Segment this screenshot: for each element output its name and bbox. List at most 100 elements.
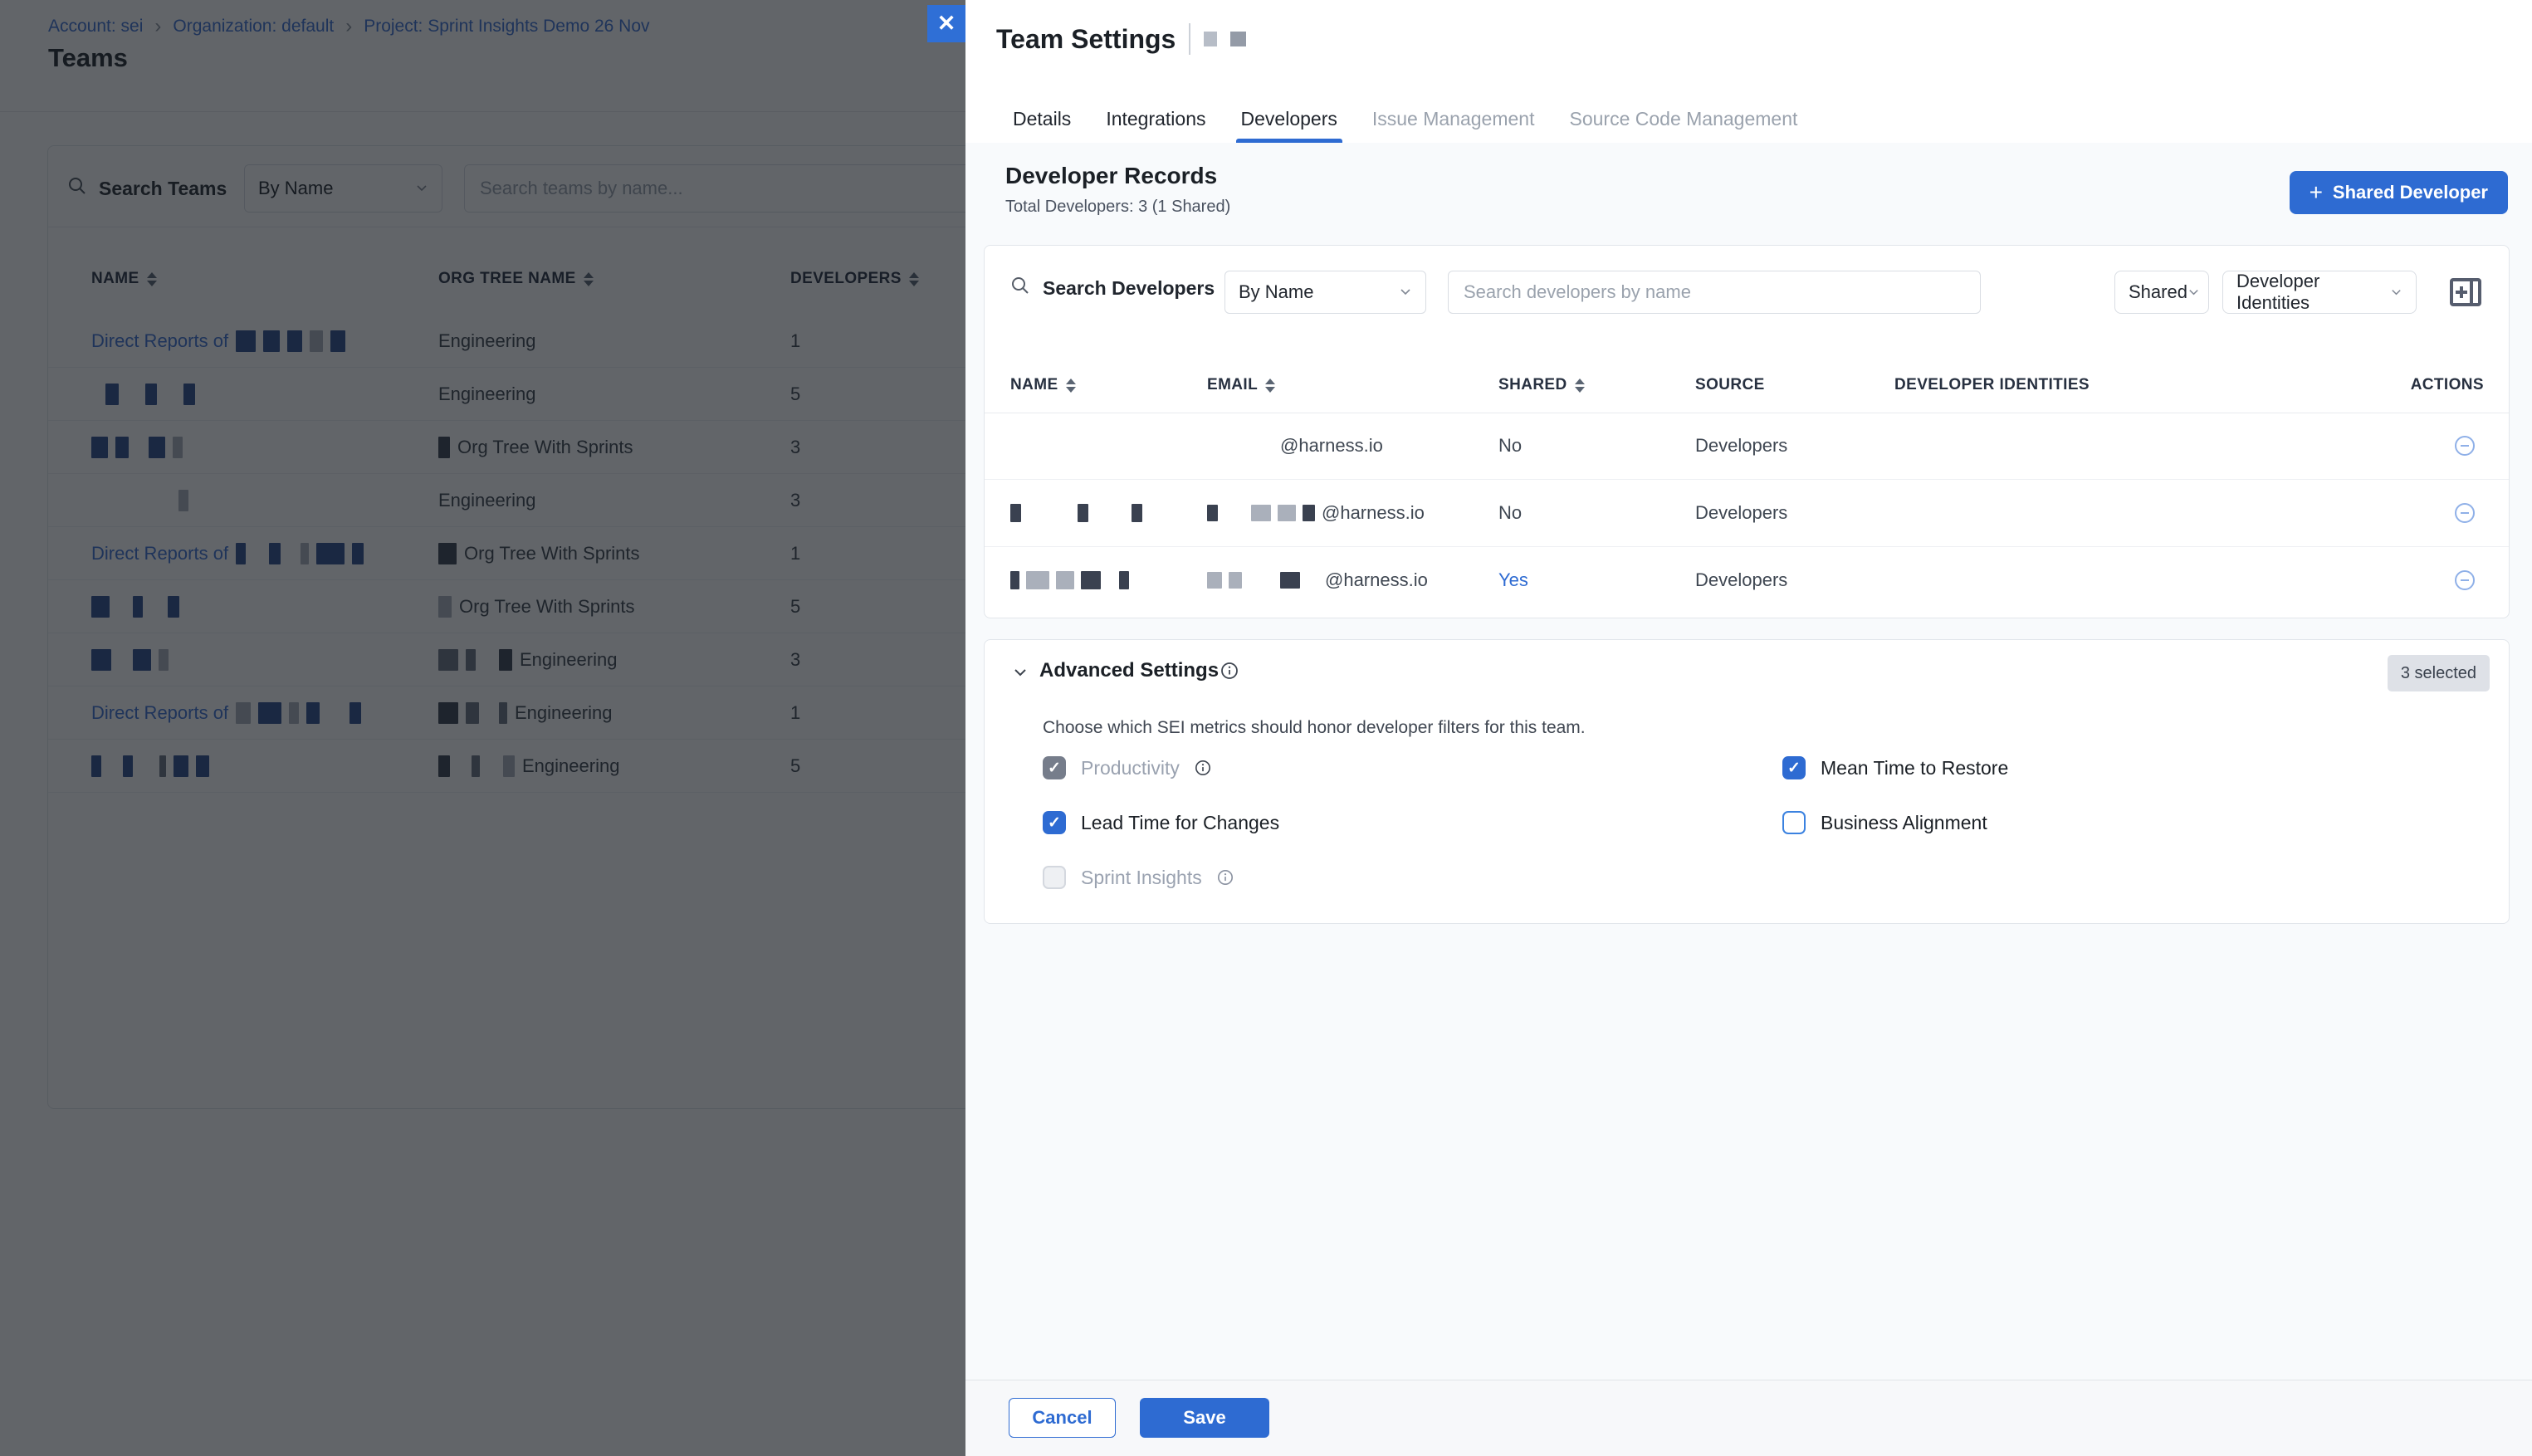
info-icon[interactable]	[1217, 869, 1234, 886]
source-cell: Developers	[1695, 547, 1787, 613]
remove-developer-button[interactable]	[2454, 435, 2476, 457]
developer-identities-dropdown[interactable]: Developer Identities	[2222, 271, 2417, 314]
developer-name-cell	[1010, 480, 1142, 546]
chevron-down-icon	[2187, 281, 2200, 303]
remove-developer-button[interactable]	[2454, 502, 2476, 524]
sort-icon	[1066, 379, 1076, 393]
tab-issue-management: Issue Management	[1371, 95, 1537, 143]
column-header-label: NAME	[1010, 376, 1058, 394]
shared-cell: No	[1498, 413, 1522, 479]
tab-developers[interactable]: Developers	[1239, 95, 1339, 143]
checkbox-business-alignment[interactable]	[1782, 811, 1806, 834]
chevron-down-icon	[1399, 281, 1412, 303]
developers-tab-content: Developer Records Total Developers: 3 (1…	[965, 143, 2532, 1380]
redacted-block	[1056, 571, 1074, 589]
advanced-settings-description: Choose which SEI metrics should honor de…	[1043, 718, 1586, 738]
cancel-button[interactable]: Cancel	[1009, 1398, 1116, 1438]
checkbox-productivity[interactable]: ✓	[1043, 756, 1066, 779]
advanced-settings-title: Advanced Settings	[1039, 659, 1219, 682]
metric-label: Productivity	[1081, 757, 1180, 779]
developer-identities-label: Developer Identities	[2236, 271, 2390, 314]
email-text: @harness.io	[1280, 435, 1383, 457]
table-row: @harness.io Yes Developers	[985, 547, 2509, 613]
column-header-developer-identities: DEVELOPER IDENTITIES	[1894, 358, 2090, 413]
metric-label: Mean Time to Restore	[1821, 757, 2008, 779]
info-icon[interactable]	[1195, 760, 1211, 776]
column-header-label: ACTIONS	[2411, 376, 2484, 394]
tab-label: Source Code Management	[1569, 108, 1797, 130]
tab-label: Integrations	[1106, 108, 1205, 130]
metric-label: Sprint Insights	[1081, 867, 1202, 889]
developers-search-input-wrap	[1448, 271, 1981, 314]
add-shared-developer-button[interactable]: + Shared Developer	[2290, 171, 2508, 214]
developer-email-cell: @harness.io	[1207, 547, 1428, 613]
checkbox-sprint-insights[interactable]	[1043, 866, 1066, 889]
search-developers-text: Search Developers	[1043, 277, 1215, 300]
search-developers-label: Search Developers	[1010, 276, 1215, 300]
redacted-team-name-block	[1230, 32, 1246, 46]
metric-label: Lead Time for Changes	[1081, 812, 1279, 834]
tab-bar: Details Integrations Developers Issue Manag…	[965, 95, 2532, 144]
email-text: @harness.io	[1322, 502, 1425, 524]
team-settings-modal: ✕ Team Settings DetailsIntegrationsDevel…	[965, 0, 2532, 1456]
save-button[interactable]: Save	[1140, 1398, 1269, 1438]
metric-productivity: ✓ Productivity	[1043, 756, 1211, 779]
redacted-block	[1081, 571, 1101, 589]
close-button[interactable]: ✕	[927, 5, 965, 42]
developers-sort-value: By Name	[1239, 281, 1313, 303]
source-cell: Developers	[1695, 480, 1787, 546]
column-header-label: SOURCE	[1695, 376, 1765, 394]
shared-filter-label: Shared	[2129, 281, 2187, 303]
shared-cell: No	[1498, 480, 1522, 546]
column-header-name[interactable]: NAME	[1010, 358, 1076, 413]
table-row: @harness.io No Developers	[985, 413, 2509, 480]
shared-filter-dropdown[interactable]: Shared	[2114, 271, 2209, 314]
chevron-down-icon	[2390, 281, 2402, 303]
column-header-shared[interactable]: SHARED	[1498, 358, 1585, 413]
redacted-block	[1095, 504, 1125, 522]
redacted-block	[1028, 504, 1071, 522]
plus-icon: +	[2310, 181, 2323, 204]
metric-mean-time-to-restore: ✓ Mean Time to Restore	[1782, 756, 2008, 779]
tab-label: Developers	[1241, 108, 1337, 130]
redacted-block	[1078, 504, 1088, 522]
remove-developer-button[interactable]	[2454, 569, 2476, 591]
tab-source-code-management: Source Code Management	[1567, 95, 1799, 143]
developer-records-card: Search Developers By Name Shared	[984, 245, 2510, 618]
modal-footer: Cancel Save	[965, 1380, 2532, 1456]
redacted-block	[1229, 572, 1242, 589]
tab-integrations[interactable]: Integrations	[1104, 95, 1207, 143]
redacted-block	[1280, 572, 1300, 589]
redacted-block	[1107, 571, 1112, 589]
developers-search-input[interactable]	[1462, 281, 1967, 304]
column-header-email[interactable]: EMAIL	[1207, 358, 1275, 413]
total-developers: Total Developers: 3 (1 Shared)	[1005, 198, 1230, 217]
shared-cell: Yes	[1498, 547, 1528, 613]
collapse-chevron-icon[interactable]	[1011, 663, 1029, 686]
checkbox-mean-time-to-restore[interactable]: ✓	[1782, 756, 1806, 779]
column-header-actions: ACTIONS	[2411, 358, 2484, 413]
redacted-block	[1307, 572, 1318, 589]
modal-title-row: Team Settings	[996, 23, 1246, 55]
screen: Account: sei›Organization: default›Proje…	[0, 0, 2532, 1456]
developers-sort-select[interactable]: By Name	[1224, 271, 1426, 314]
info-icon[interactable]	[1220, 662, 1239, 684]
redacted-block	[1303, 505, 1315, 521]
redacted-block	[1207, 505, 1218, 521]
redacted-block	[1010, 571, 1019, 589]
sort-icon	[1265, 379, 1275, 393]
add-shared-developer-label: Shared Developer	[2333, 182, 2488, 203]
source-cell: Developers	[1695, 413, 1787, 479]
redacted-block	[1249, 572, 1273, 589]
add-column-icon[interactable]	[2448, 274, 2483, 310]
tab-label: Details	[1013, 108, 1071, 130]
tab-label: Issue Management	[1372, 108, 1535, 130]
selected-count-badge: 3 selected	[2388, 655, 2490, 691]
tab-details[interactable]: Details	[1011, 95, 1073, 143]
redacted-block	[1251, 505, 1271, 521]
column-header-label: DEVELOPER IDENTITIES	[1894, 376, 2090, 394]
section-title: Developer Records	[1005, 163, 1217, 189]
table-row: @harness.io No Developers	[985, 480, 2509, 547]
checkbox-lead-time-for-changes[interactable]: ✓	[1043, 811, 1066, 834]
developers-table-header: NAME EMAIL SHARED SOURCE DEVELOPER IDENTITIE…	[985, 358, 2509, 413]
